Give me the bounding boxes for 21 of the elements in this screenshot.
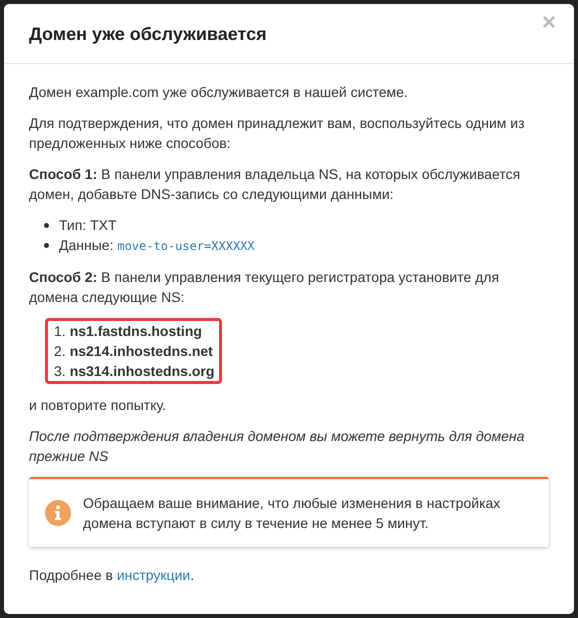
ns-server: ns314.inhostedns.org: [70, 362, 214, 381]
record-item: Данные: move-to-user=XXXXXX: [59, 236, 255, 255]
list-number: 1.: [54, 322, 66, 341]
footer-text: Подробнее в инструкции.: [29, 566, 196, 585]
bullet-icon: [44, 222, 49, 228]
record-item: Тип: TXT: [59, 216, 117, 235]
note-text: После подтверждения владения доменом вы можете вернуть для домена прежние NS: [29, 427, 526, 466]
list-number: 2.: [54, 342, 66, 361]
instructions-link[interactable]: инструкции: [116, 567, 190, 583]
intro-text: Домен example.com уже обслуживается в нашей системе.: [29, 83, 409, 102]
dialog-title: Домен уже обслуживается: [29, 23, 268, 45]
info-icon: [45, 500, 71, 526]
retry-text: и повторите попытку.: [29, 396, 167, 415]
ns-server: ns214.inhostedns.net: [70, 342, 213, 361]
prompt-text: Для подтверждения, что домен принадлежит вам, воспользуйтесь одним из предложенных ниже способов:: [29, 114, 526, 153]
method-text: Способ 1: В панели управления владельца NS, на которых обслуживается домен, добавьте DNS-запись со следующими данными:: [29, 165, 522, 204]
alert-text: Обращаем ваше внимание, что любые изменения в настройках домена вступают в силу в течение не менее 5 минут.: [83, 494, 502, 533]
ns-server: ns1.fastdns.hosting: [70, 322, 202, 341]
method-text: Способ 2: В панели управления текущего регистратора установите для домена следующие NS:: [29, 268, 500, 307]
list-number: 3.: [54, 362, 66, 381]
bullet-icon: [44, 243, 49, 248]
